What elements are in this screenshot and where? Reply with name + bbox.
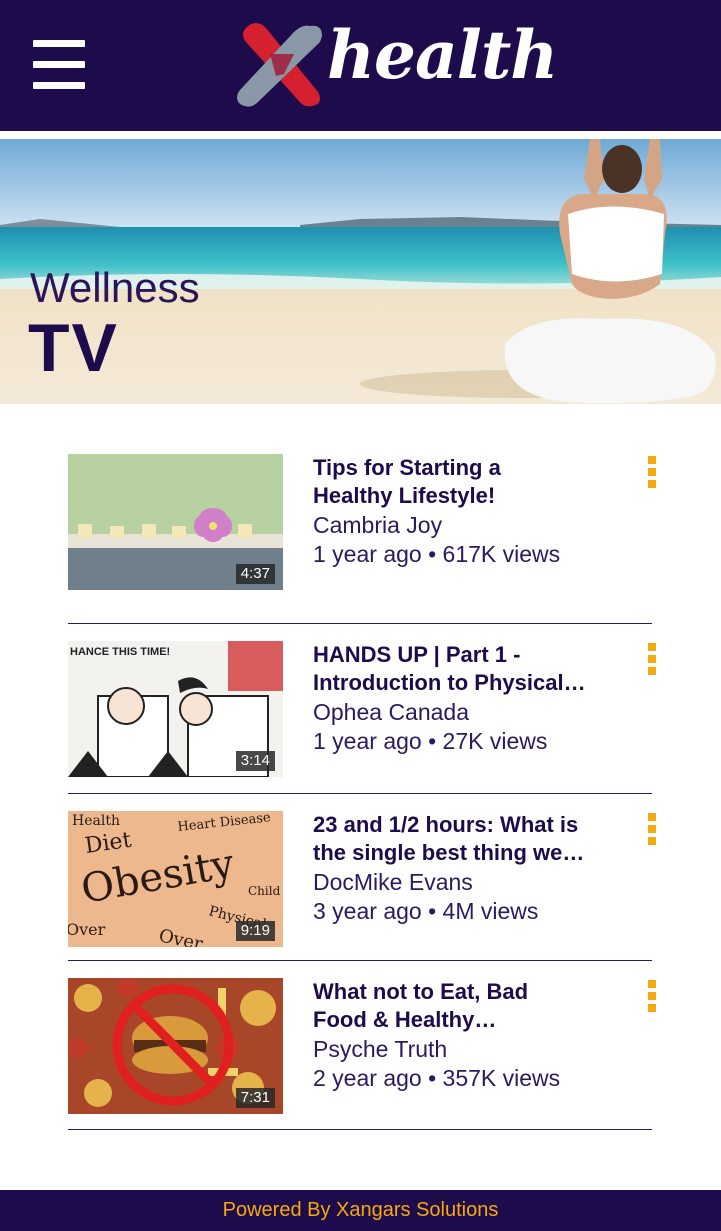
video-channel[interactable]: Cambria Joy (313, 511, 633, 540)
video-title-line: Introduction to Physical… (313, 670, 586, 695)
video-list-item[interactable]: 4:37 Tips for Starting a Healthy Lifesty… (68, 454, 656, 624)
banner-subtitle: Wellness (30, 264, 200, 311)
footer-credit: Powered By Xangars Solutions (222, 1199, 499, 1221)
video-title-line: Tips for Starting a (313, 455, 501, 480)
video-duration: 7:31 (235, 1087, 275, 1108)
video-channel[interactable]: Ophea Canada (313, 698, 633, 727)
video-thumbnail[interactable]: Health Heart Disease Diet Obesity Child … (68, 811, 283, 947)
more-vertical-icon[interactable] (647, 643, 657, 675)
thumbnail-word: Health (72, 813, 120, 829)
video-meta: 2 year ago • 357K views (313, 1065, 561, 1091)
video-info: 23 and 1/2 hours: What is the single bes… (313, 811, 633, 926)
video-duration: 4:37 (235, 563, 275, 584)
video-list-item[interactable]: 7:31 What not to Eat, Bad Food & Healthy… (68, 961, 656, 1130)
menu-bar (33, 40, 85, 47)
video-channel[interactable]: Psyche Truth (313, 1035, 633, 1064)
video-title-line: Healthy Lifestyle! (313, 483, 496, 508)
video-list-item[interactable]: HANCE THIS TIME! 3:14 HANDS UP | Part 1 … (68, 624, 656, 794)
video-list: 4:37 Tips for Starting a Healthy Lifesty… (68, 454, 656, 1130)
video-meta: 1 year ago • 617K views (313, 541, 561, 567)
app-header: health (0, 0, 721, 131)
video-title-line: the single best thing we… (313, 840, 585, 865)
menu-bar (33, 82, 85, 89)
logo-text: health (327, 16, 558, 94)
wellness-tv-banner: Wellness TV (0, 139, 721, 404)
thumbnail-word: Over (68, 920, 106, 939)
more-vertical-icon[interactable] (647, 456, 657, 488)
video-info: HANDS UP | Part 1 - Introduction to Phys… (313, 641, 633, 756)
video-title[interactable]: Tips for Starting a Healthy Lifestyle! (313, 454, 628, 510)
video-title-line: Food & Healthy… (313, 1007, 497, 1032)
video-thumbnail[interactable]: 7:31 (68, 978, 283, 1114)
video-list-item[interactable]: Health Heart Disease Diet Obesity Child … (68, 794, 656, 961)
video-title[interactable]: What not to Eat, Bad Food & Healthy… (313, 978, 628, 1034)
video-info: What not to Eat, Bad Food & Healthy… Psy… (313, 978, 633, 1093)
thumbnail-word: Child (248, 884, 281, 898)
more-vertical-icon[interactable] (647, 813, 657, 845)
banner-title: TV (28, 310, 119, 386)
video-title[interactable]: HANDS UP | Part 1 - Introduction to Phys… (313, 641, 628, 697)
video-info: Tips for Starting a Healthy Lifestyle! C… (313, 454, 633, 569)
video-thumbnail[interactable]: 4:37 (68, 454, 283, 590)
video-title-line: What not to Eat, Bad (313, 979, 529, 1004)
video-channel[interactable]: DocMike Evans (313, 868, 633, 897)
video-title[interactable]: 23 and 1/2 hours: What is the single bes… (313, 811, 628, 867)
menu-bar (33, 61, 85, 68)
video-title-line: HANDS UP | Part 1 - (313, 642, 521, 667)
video-title-line: 23 and 1/2 hours: What is (313, 812, 579, 837)
video-duration: 3:14 (235, 750, 275, 771)
video-duration: 9:19 (235, 920, 275, 941)
video-meta: 1 year ago • 27K views (313, 728, 548, 754)
hamburger-menu-icon[interactable] (33, 40, 85, 90)
video-meta: 3 year ago • 4M views (313, 898, 539, 924)
logo-x-mark-icon (237, 23, 322, 107)
more-vertical-icon[interactable] (647, 980, 657, 1012)
xhealth-logo[interactable]: health (232, 20, 558, 110)
video-thumbnail[interactable]: HANCE THIS TIME! 3:14 (68, 641, 283, 777)
app-footer: Powered By Xangars Solutions (0, 1190, 721, 1231)
thumbnail-caption: HANCE THIS TIME! (70, 646, 170, 658)
